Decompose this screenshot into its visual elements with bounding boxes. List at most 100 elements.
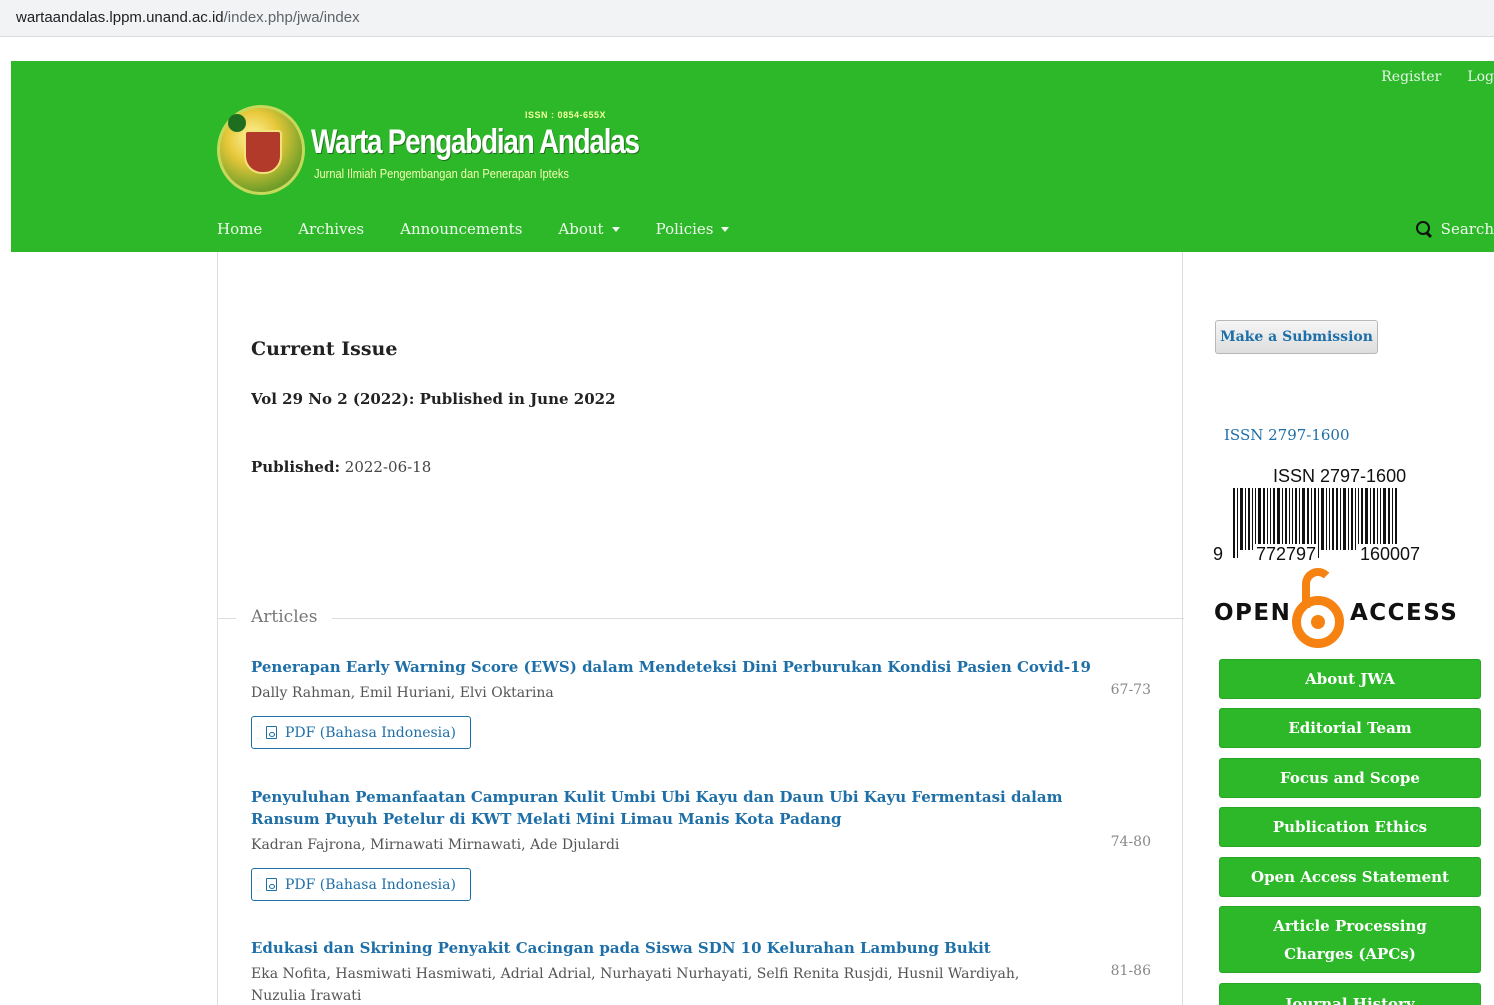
open-access-open: OPEN (1214, 600, 1292, 626)
article-title[interactable]: Penerapan Early Warning Score (EWS) dala… (251, 656, 1111, 678)
barcode-bar (1263, 488, 1265, 550)
pdf-button-label: PDF (Bahasa Indonesia) (285, 724, 456, 741)
barcode-bar (1289, 488, 1290, 550)
caret-down-icon (721, 226, 730, 232)
nav-announcements[interactable]: Announcements (400, 220, 522, 238)
barcode-bar (1329, 488, 1330, 550)
user-nav: Register Log (1381, 69, 1494, 85)
barcode-issn-text: ISSN 2797-1600 (1273, 466, 1407, 486)
barcode-bar (1373, 488, 1375, 550)
site-logo[interactable]: ISSN : 0854-655X Warta Pengabdian Andala… (217, 105, 640, 200)
caret-down-icon (611, 226, 620, 232)
search-icon (1415, 221, 1432, 237)
divider (332, 618, 1184, 619)
url-text: wartaandalas.lppm.unand.ac.id/index.php/… (16, 9, 360, 26)
barcode-bar (1302, 488, 1305, 550)
pdf-button[interactable]: PDF (Bahasa Indonesia) (251, 868, 471, 901)
issn-barcode: ISSN 2797-1600 9 772797 160007 (1211, 466, 1451, 566)
barcode-bar (1292, 488, 1293, 550)
barcode-bar (1377, 488, 1378, 550)
pdf-button[interactable]: PDF (Bahasa Indonesia) (251, 716, 471, 749)
article-title[interactable]: Penyuluhan Pemanfaatan Campuran Kulit Um… (251, 786, 1111, 830)
pdf-button-label: PDF (Bahasa Indonesia) (285, 876, 456, 893)
barcode-bar (1270, 488, 1271, 550)
barcode-bar (1336, 488, 1338, 550)
barcode-bar (1255, 488, 1256, 550)
barcode-bar (1273, 488, 1275, 550)
main-content: Current Issue Vol 29 No 2 (2022): Publis… (217, 252, 1184, 1005)
browser-address-bar[interactable]: wartaandalas.lppm.unand.ac.id/index.php/… (0, 0, 1494, 37)
articles-section-header: Articles (218, 607, 1184, 629)
sidebar: Make a Submission ISSN 2797-1600 ISSN 27… (1183, 252, 1494, 1005)
barcode-bar (1237, 488, 1238, 558)
barcode-left-digit: 9 (1211, 544, 1226, 565)
barcode-bar (1282, 488, 1283, 550)
pdf-file-icon (266, 726, 277, 739)
published-date: 2022-06-18 (344, 458, 432, 476)
barcode-bar (1332, 488, 1334, 550)
article-title[interactable]: Edukasi dan Skrining Penyakit Cacingan p… (251, 937, 1111, 959)
article-authors: Kadran Fajrona, Mirnawati Mirnawati, Ade… (251, 837, 620, 853)
url-host: wartaandalas.lppm.unand.ac.id (16, 9, 224, 26)
journal-history-button[interactable]: Journal History (1219, 983, 1481, 1005)
barcode-bar (1365, 488, 1368, 550)
logo-issn: ISSN : 0854-655X (525, 110, 607, 120)
barcode-group-2: 160007 (1358, 544, 1423, 565)
barcode-bar (1351, 488, 1353, 550)
logo-subtitle: Jurnal Ilmiah Pengembangan dan Penerapan… (314, 166, 569, 181)
focus-and-scope-button[interactable]: Focus and Scope (1219, 758, 1481, 798)
nav-policies[interactable]: Policies (656, 220, 730, 238)
nav-archives[interactable]: Archives (298, 220, 364, 238)
logo-title: Warta Pengabdian Andalas (311, 123, 640, 161)
barcode-bar (1267, 488, 1268, 550)
make-submission-button[interactable]: Make a Submission (1215, 320, 1378, 354)
issue-title[interactable]: Vol 29 No 2 (2022): Published in June 20… (251, 390, 616, 408)
barcode-bar (1295, 488, 1297, 550)
article-item: Penyuluhan Pemanfaatan Campuran Kulit Um… (251, 786, 1151, 901)
barcode-bar (1311, 488, 1312, 550)
open-lock-icon (1292, 566, 1344, 650)
published-label: Published: (251, 458, 340, 476)
article-authors: Dally Rahman, Emil Huriani, Elvi Oktarin… (251, 685, 554, 701)
nav-home-label: Home (217, 220, 263, 238)
barcode-group-1: 772797 (1254, 544, 1319, 565)
barcode-bar (1380, 488, 1381, 550)
article-pages: 67-73 (1110, 682, 1151, 698)
search-link[interactable]: Search (1415, 220, 1494, 238)
barcode-bar (1383, 488, 1386, 550)
open-access-access: ACCESS (1350, 600, 1459, 626)
barcode-bar (1340, 488, 1341, 550)
barcode-bar (1277, 488, 1280, 550)
register-link[interactable]: Register (1381, 69, 1441, 85)
barcode-bar (1318, 488, 1319, 558)
search-label: Search (1440, 220, 1494, 238)
divider (218, 618, 236, 619)
nav-announcements-label: Announcements (400, 220, 523, 238)
article-item: Edukasi dan Skrining Penyakit Cacingan p… (251, 937, 1151, 1005)
barcode-bar (1245, 488, 1246, 550)
article-pages: 81-86 (1110, 963, 1151, 979)
barcode-bar (1326, 488, 1327, 550)
url-path: /index.php/jwa/index (223, 9, 360, 26)
main-nav: Home Archives Announcements About Polici… (217, 220, 765, 238)
issn-link[interactable]: ISSN 2797-1600 (1224, 426, 1350, 444)
barcode-bar (1233, 488, 1235, 558)
article-pages: 74-80 (1110, 834, 1151, 850)
barcode-bar (1285, 488, 1287, 550)
publication-ethics-button[interactable]: Publication Ethics (1219, 807, 1481, 847)
nav-home[interactable]: Home (217, 220, 262, 238)
nav-about-label: About (558, 220, 604, 238)
open-access-statement-button[interactable]: Open Access Statement (1219, 857, 1481, 897)
nav-about[interactable]: About (558, 220, 620, 238)
about-jwa-button[interactable]: About JWA (1219, 659, 1481, 699)
barcode-bar (1343, 488, 1346, 550)
site-header: Register Log ISSN : 0854-655X Warta Peng… (11, 61, 1494, 252)
apc-button[interactable]: Article Processing Charges (APCs) (1219, 906, 1481, 973)
barcode-bar (1248, 488, 1250, 550)
editorial-team-button[interactable]: Editorial Team (1219, 708, 1481, 748)
barcode-bar (1258, 488, 1261, 550)
barcode-bar (1370, 488, 1371, 550)
article-authors: Eka Nofita, Hasmiwati Hasmiwati, Adrial … (251, 966, 1020, 1004)
login-link[interactable]: Log (1467, 69, 1494, 85)
barcode-bar (1348, 488, 1349, 550)
